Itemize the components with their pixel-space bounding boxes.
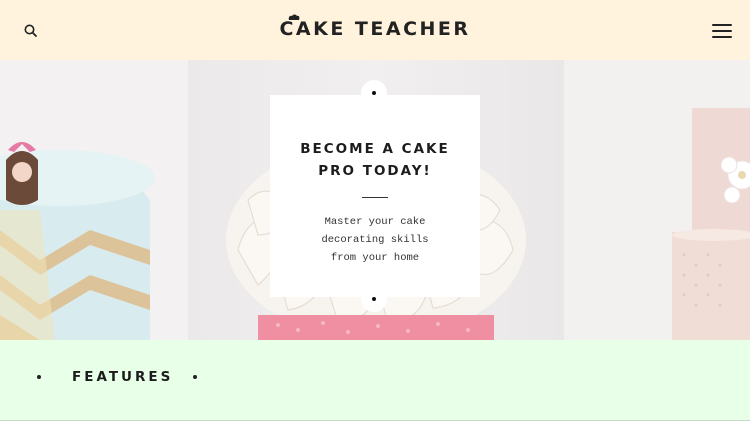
- princess-cake-illustration: [0, 142, 155, 340]
- hamburger-menu-button[interactable]: [710, 22, 734, 40]
- hero-title: BECOME A CAKE PRO TODAY!: [270, 138, 480, 182]
- hero-subtitle-line-1: Master your cake: [324, 216, 426, 228]
- hero-image-right: [564, 60, 750, 340]
- tiered-cake-illustration: [672, 108, 750, 340]
- hamburger-menu-icon-line: [712, 36, 732, 38]
- features-heading[interactable]: FEATURES: [72, 369, 173, 385]
- card-bottom-dot: [372, 297, 376, 301]
- site-logo[interactable]: CAKE TEACHER: [0, 18, 750, 40]
- hero-title-line-1: BECOME A CAKE: [300, 141, 450, 157]
- card-top-dot: [372, 91, 376, 95]
- features-section: FEATURES: [0, 340, 750, 421]
- hero-image-left: [0, 60, 188, 340]
- features-bullet-right: [193, 375, 197, 379]
- hero-divider: [362, 197, 388, 198]
- hero-subtitle: Master your cake decorating skills from …: [270, 213, 480, 267]
- hamburger-menu-icon: [712, 24, 732, 26]
- hero-subtitle-line-2: decorating skills: [321, 234, 429, 246]
- hero-card: BECOME A CAKE PRO TODAY! Master your cak…: [270, 95, 480, 297]
- features-bullet-left: [37, 375, 41, 379]
- hero-subtitle-line-3: from your home: [330, 252, 420, 264]
- site-header: CAKE TEACHER: [0, 0, 750, 60]
- hamburger-menu-icon-line: [712, 30, 732, 32]
- hero-title-line-2: PRO TODAY!: [318, 163, 432, 179]
